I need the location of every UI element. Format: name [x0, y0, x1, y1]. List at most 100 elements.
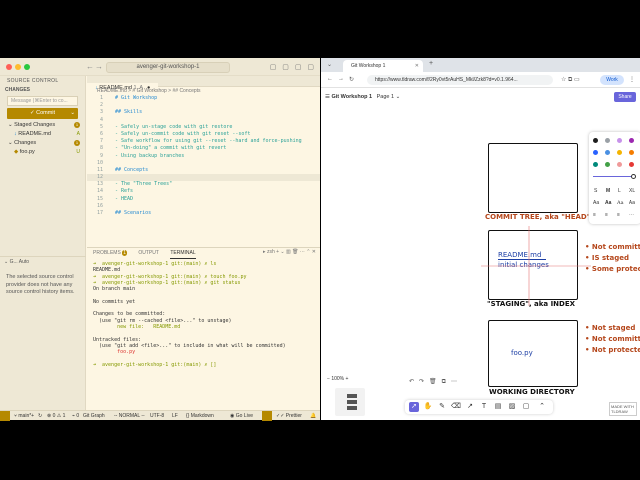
align-center-icon[interactable]: ≡: [605, 212, 608, 218]
terminal-tools[interactable]: ▸ zsh + ⌄ ▥ 🗑 ··· ⌃ ✕: [263, 249, 316, 255]
size-s[interactable]: S: [594, 188, 597, 194]
code-line[interactable]: 9 - Using backup branches: [87, 153, 320, 160]
image-tool-icon[interactable]: ▨: [507, 402, 517, 412]
layout-icons[interactable]: ▢ ▢ ▢ ▢: [270, 63, 316, 71]
remote-icon[interactable]: [0, 411, 10, 421]
font-draw[interactable]: Aa: [593, 200, 599, 206]
more-options-icon[interactable]: ⋯: [629, 212, 634, 218]
note-line[interactable]: • Not committed: [585, 243, 640, 251]
eraser-tool-icon[interactable]: ⌫: [451, 402, 461, 412]
text-tool-icon[interactable]: T: [479, 402, 489, 412]
code-line[interactable]: 8 - "Un-doing" a commit with git revert: [87, 145, 320, 152]
breadcrumb[interactable]: README.md > # Git Workshop > ## Concepts: [87, 87, 320, 95]
maximize-window-icon[interactable]: [24, 64, 30, 70]
code-line[interactable]: 15 - HEAD: [87, 196, 320, 203]
back-icon[interactable]: ←: [327, 76, 333, 82]
font-serif[interactable]: Aa: [617, 200, 624, 206]
terminal-output[interactable]: ➜ avenger-git-workshop-1 git:(main) ✗ ls…: [93, 261, 313, 368]
color-black-swatch[interactable]: [593, 138, 598, 143]
forward-arrow-icon[interactable]: →: [95, 62, 103, 71]
color-light-red-swatch[interactable]: [617, 162, 622, 167]
note-tool-icon[interactable]: ▤: [493, 402, 503, 412]
code-line[interactable]: 14 - Refs: [87, 188, 320, 195]
tab-list-icon[interactable]: ⌄: [327, 61, 332, 68]
selection-handles[interactable]: [481, 226, 591, 306]
code-line[interactable]: 3 ## Skills: [87, 109, 320, 116]
tab-output[interactable]: OUTPUT: [138, 248, 159, 258]
source-control-graph-header[interactable]: ⌄ G... Auto: [0, 256, 86, 266]
size-l[interactable]: L: [618, 188, 621, 194]
opacity-slider[interactable]: [593, 176, 633, 177]
notifications-icon[interactable]: 🔔: [310, 411, 316, 421]
code-line[interactable]: 2: [87, 102, 320, 109]
reload-icon[interactable]: ↻: [349, 76, 354, 83]
code-line[interactable]: 16: [87, 203, 320, 210]
color-red-swatch[interactable]: [629, 162, 634, 167]
profile-button[interactable]: Work: [600, 75, 624, 85]
forward-icon[interactable]: →: [338, 76, 344, 82]
staged-file-readme[interactable]: ↓ README.md A: [0, 130, 85, 139]
changes-section-header[interactable]: CHANGES: [0, 86, 85, 94]
align-left-icon[interactable]: ≡: [593, 212, 596, 218]
code-line[interactable]: 11 ## Concepts: [87, 167, 320, 174]
opacity-slider-handle[interactable]: [631, 174, 636, 179]
arrow-tool-icon[interactable]: ↗: [465, 402, 475, 412]
draw-tool-icon[interactable]: ✎: [437, 402, 447, 412]
color-blue-swatch[interactable]: [593, 150, 598, 155]
color-light-blue-swatch[interactable]: [605, 150, 610, 155]
extension-icons[interactable]: ☆ ⧉ ▭: [561, 76, 580, 84]
prettier-button[interactable]: ✓✓ Prettier: [276, 411, 302, 421]
document-menu[interactable]: ☰ Git Workshop 1 Page 1 ⌄: [325, 94, 400, 100]
commit-tree-label[interactable]: COMMIT TREE, aka "HEAD": [485, 213, 590, 221]
color-violet-swatch[interactable]: [629, 138, 634, 143]
ports-indicator[interactable]: ⌁ 0: [72, 411, 79, 421]
command-center[interactable]: avenger-git-workshop-1: [106, 62, 230, 73]
minimap[interactable]: [335, 388, 365, 416]
tab-problems[interactable]: PROBLEMS 1: [93, 248, 127, 258]
encoding[interactable]: UTF-8: [150, 411, 164, 421]
note-line[interactable]: • Some protection: [585, 265, 640, 273]
code-line[interactable]: 6 - Safely un-commit code with git reset …: [87, 131, 320, 138]
changed-file-foo[interactable]: ◆ foo.py U: [0, 148, 85, 157]
note-line[interactable]: • IS staged: [585, 254, 629, 262]
code-line[interactable]: 5 - Safely un-stage code with git restore: [87, 124, 320, 131]
color-light-green-swatch[interactable]: [605, 162, 610, 167]
zoom-control[interactable]: − 100% +: [327, 376, 377, 386]
commit-button[interactable]: ✓ Commit ⌄: [7, 108, 78, 119]
menu-icon[interactable]: ⋮: [629, 76, 635, 83]
working-directory-label[interactable]: WORKING DIRECTORY: [489, 388, 575, 396]
select-tool-icon[interactable]: ➚: [409, 402, 419, 412]
note-line[interactable]: • Not committed: [585, 335, 640, 343]
tab-terminal[interactable]: TERMINAL: [170, 248, 196, 259]
working-directory-box[interactable]: [488, 320, 578, 387]
rectangle-tool-icon[interactable]: ▢: [521, 402, 531, 412]
back-arrow-icon[interactable]: ←: [86, 62, 94, 71]
commit-message-input[interactable]: Message (⌘Enter to co...: [7, 96, 78, 106]
share-button[interactable]: Share: [614, 92, 636, 102]
size-xl[interactable]: XL: [629, 188, 635, 194]
size-m[interactable]: M: [606, 188, 610, 194]
commit-tree-box[interactable]: [488, 143, 578, 213]
copilot-icon[interactable]: [262, 411, 272, 421]
code-line[interactable]: 17 ## Scenarios: [87, 210, 320, 217]
color-yellow-swatch[interactable]: [617, 150, 622, 155]
history-actions[interactable]: ↶↷🗑⧉⋯: [409, 378, 462, 386]
color-orange-swatch[interactable]: [629, 150, 634, 155]
browser-tab[interactable]: Git Workshop 1 ✕: [343, 60, 423, 72]
language-mode[interactable]: {} Markdown: [186, 411, 214, 421]
minimize-window-icon[interactable]: [15, 64, 21, 70]
code-area[interactable]: 1 # Git Workshop 2 3 ## Skills 4 5 - Safely un-…: [87, 95, 320, 217]
problems-indicator[interactable]: ⊗ 0 ⚠ 1: [47, 411, 65, 421]
more-tools-icon[interactable]: ⌃: [537, 402, 547, 412]
staged-changes-group[interactable]: ⌄ Staged Changes 1: [0, 121, 85, 130]
tldraw-canvas[interactable]: ☰ Git Workshop 1 Page 1 ⌄ Share COMMIT T…: [321, 88, 640, 420]
close-tab-icon[interactable]: ✕: [415, 60, 419, 72]
sync-icon[interactable]: ↻: [38, 411, 42, 421]
made-with-badge[interactable]: MADE WITH TLDRAW: [609, 402, 637, 416]
note-line[interactable]: • Not staged: [585, 324, 635, 332]
go-live-button[interactable]: ◉ Go Live: [230, 411, 253, 421]
eol[interactable]: LF: [172, 411, 178, 421]
changes-group[interactable]: ⌄ Changes 1: [0, 139, 85, 148]
font-sans[interactable]: Aa: [605, 200, 611, 206]
chevron-down-icon[interactable]: ⌄: [70, 108, 75, 119]
